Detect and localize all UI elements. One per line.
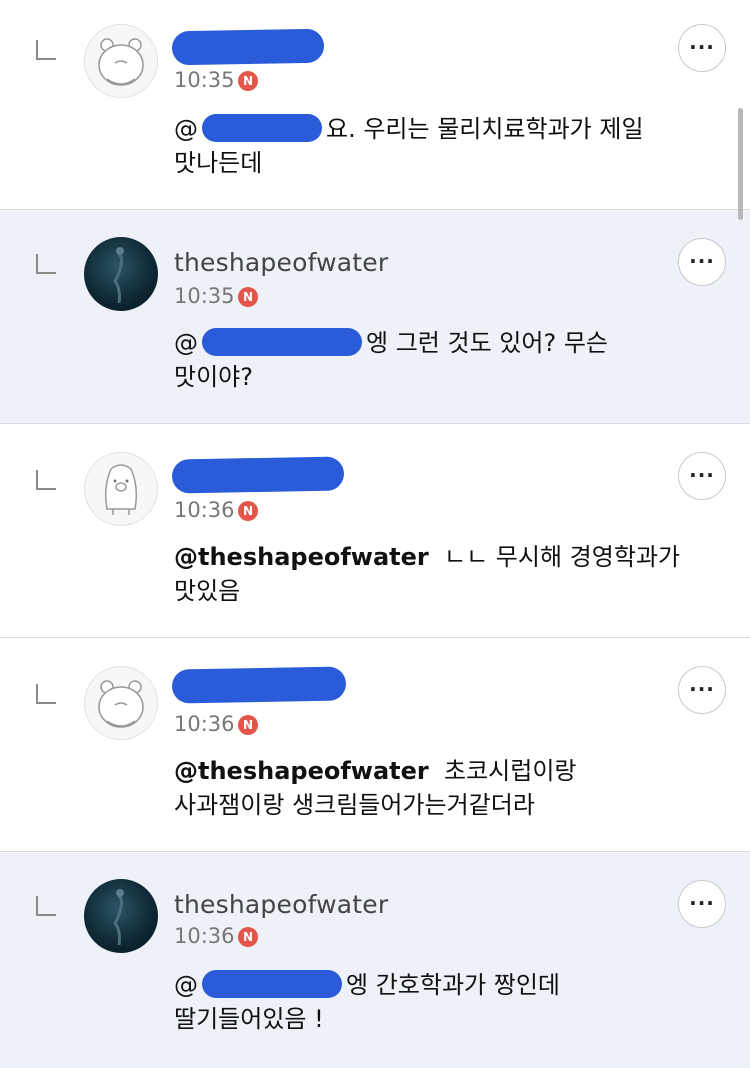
mention-prefix[interactable]: @	[174, 115, 198, 143]
avatar[interactable]	[84, 452, 158, 526]
avatar[interactable]	[84, 666, 158, 740]
more-icon: ···	[689, 35, 715, 59]
mention-prefix[interactable]: @	[174, 329, 198, 357]
comment-time: 10:36	[174, 712, 235, 736]
underwater-photo	[113, 889, 124, 946]
new-badge: N	[238, 715, 258, 735]
bear-character-icon	[98, 680, 144, 728]
comment-text: @theshapeofwater ㄴㄴ 무시해 경영학과가 맛있음	[174, 540, 694, 608]
comment-time: 10:36	[174, 924, 235, 948]
more-options-button[interactable]: ···	[678, 238, 726, 286]
mention-prefix[interactable]: @	[174, 971, 198, 999]
more-options-button[interactable]: ···	[678, 666, 726, 714]
reply-indicator-icon	[36, 254, 56, 274]
comment-time: 10:36	[174, 498, 235, 522]
scrollbar[interactable]	[738, 108, 743, 220]
new-badge: N	[238, 287, 258, 307]
avatar[interactable]	[84, 237, 158, 311]
penguin-character-icon	[104, 464, 138, 515]
mention-link[interactable]: @theshapeofwater	[174, 757, 429, 785]
new-badge: N	[238, 501, 258, 521]
bear-character-icon	[98, 38, 144, 86]
comment-item: theshapeofwater 10:36 N @ 엥 간호학과가 짱인데 딸기들…	[0, 852, 750, 1068]
comment-item: theshapeofwater 10:35 N @ 엥 그런 것도 있어? 무슨 …	[0, 210, 750, 424]
more-icon: ···	[689, 249, 715, 273]
redacted-nickname	[171, 28, 325, 66]
comment-text: @ 요. 우리는 물리치료학과가 제일 맛나든데	[174, 112, 694, 180]
comment-text: @theshapeofwater 초코시럽이랑 사과잼이랑 생크림들어가는거같더…	[174, 754, 694, 822]
more-options-button[interactable]: ···	[678, 452, 726, 500]
avatar[interactable]	[84, 879, 158, 953]
mention-link[interactable]: @theshapeofwater	[174, 543, 429, 571]
comment-text: @ 엥 그런 것도 있어? 무슨 맛이야?	[174, 326, 694, 394]
comment-item: 10:35 N @ 요. 우리는 물리치료학과가 제일 맛나든데 ···	[0, 0, 750, 210]
comment-text: @ 엥 간호학과가 짱인데 딸기들어있음 !	[174, 968, 694, 1036]
new-badge: N	[238, 71, 258, 91]
comment-time: 10:35	[174, 68, 235, 92]
new-badge: N	[238, 927, 258, 947]
underwater-photo	[113, 247, 124, 304]
more-icon: ···	[689, 677, 715, 701]
redacted-nickname	[171, 456, 345, 494]
redacted-nickname	[171, 666, 347, 704]
more-options-button[interactable]: ···	[678, 24, 726, 72]
comment-nickname[interactable]: theshapeofwater	[174, 248, 388, 277]
reply-indicator-icon	[36, 40, 56, 60]
redacted-mention	[202, 114, 322, 142]
more-options-button[interactable]: ···	[678, 880, 726, 928]
comment-thread: 10:35 N @ 요. 우리는 물리치료학과가 제일 맛나든데 ··· thes…	[0, 0, 750, 1068]
reply-indicator-icon	[36, 470, 56, 490]
comment-item: 10:36 N @theshapeofwater 초코시럽이랑 사과잼이랑 생크…	[0, 638, 750, 852]
more-icon: ···	[689, 463, 715, 487]
comment-nickname[interactable]: theshapeofwater	[174, 890, 388, 919]
reply-indicator-icon	[36, 896, 56, 916]
redacted-mention	[202, 970, 342, 998]
redacted-mention	[202, 328, 362, 356]
comment-item: 10:36 N @theshapeofwater ㄴㄴ 무시해 경영학과가 맛있…	[0, 424, 750, 638]
comment-time: 10:35	[174, 284, 235, 308]
more-icon: ···	[689, 891, 715, 915]
reply-indicator-icon	[36, 684, 56, 704]
avatar[interactable]	[84, 24, 158, 98]
